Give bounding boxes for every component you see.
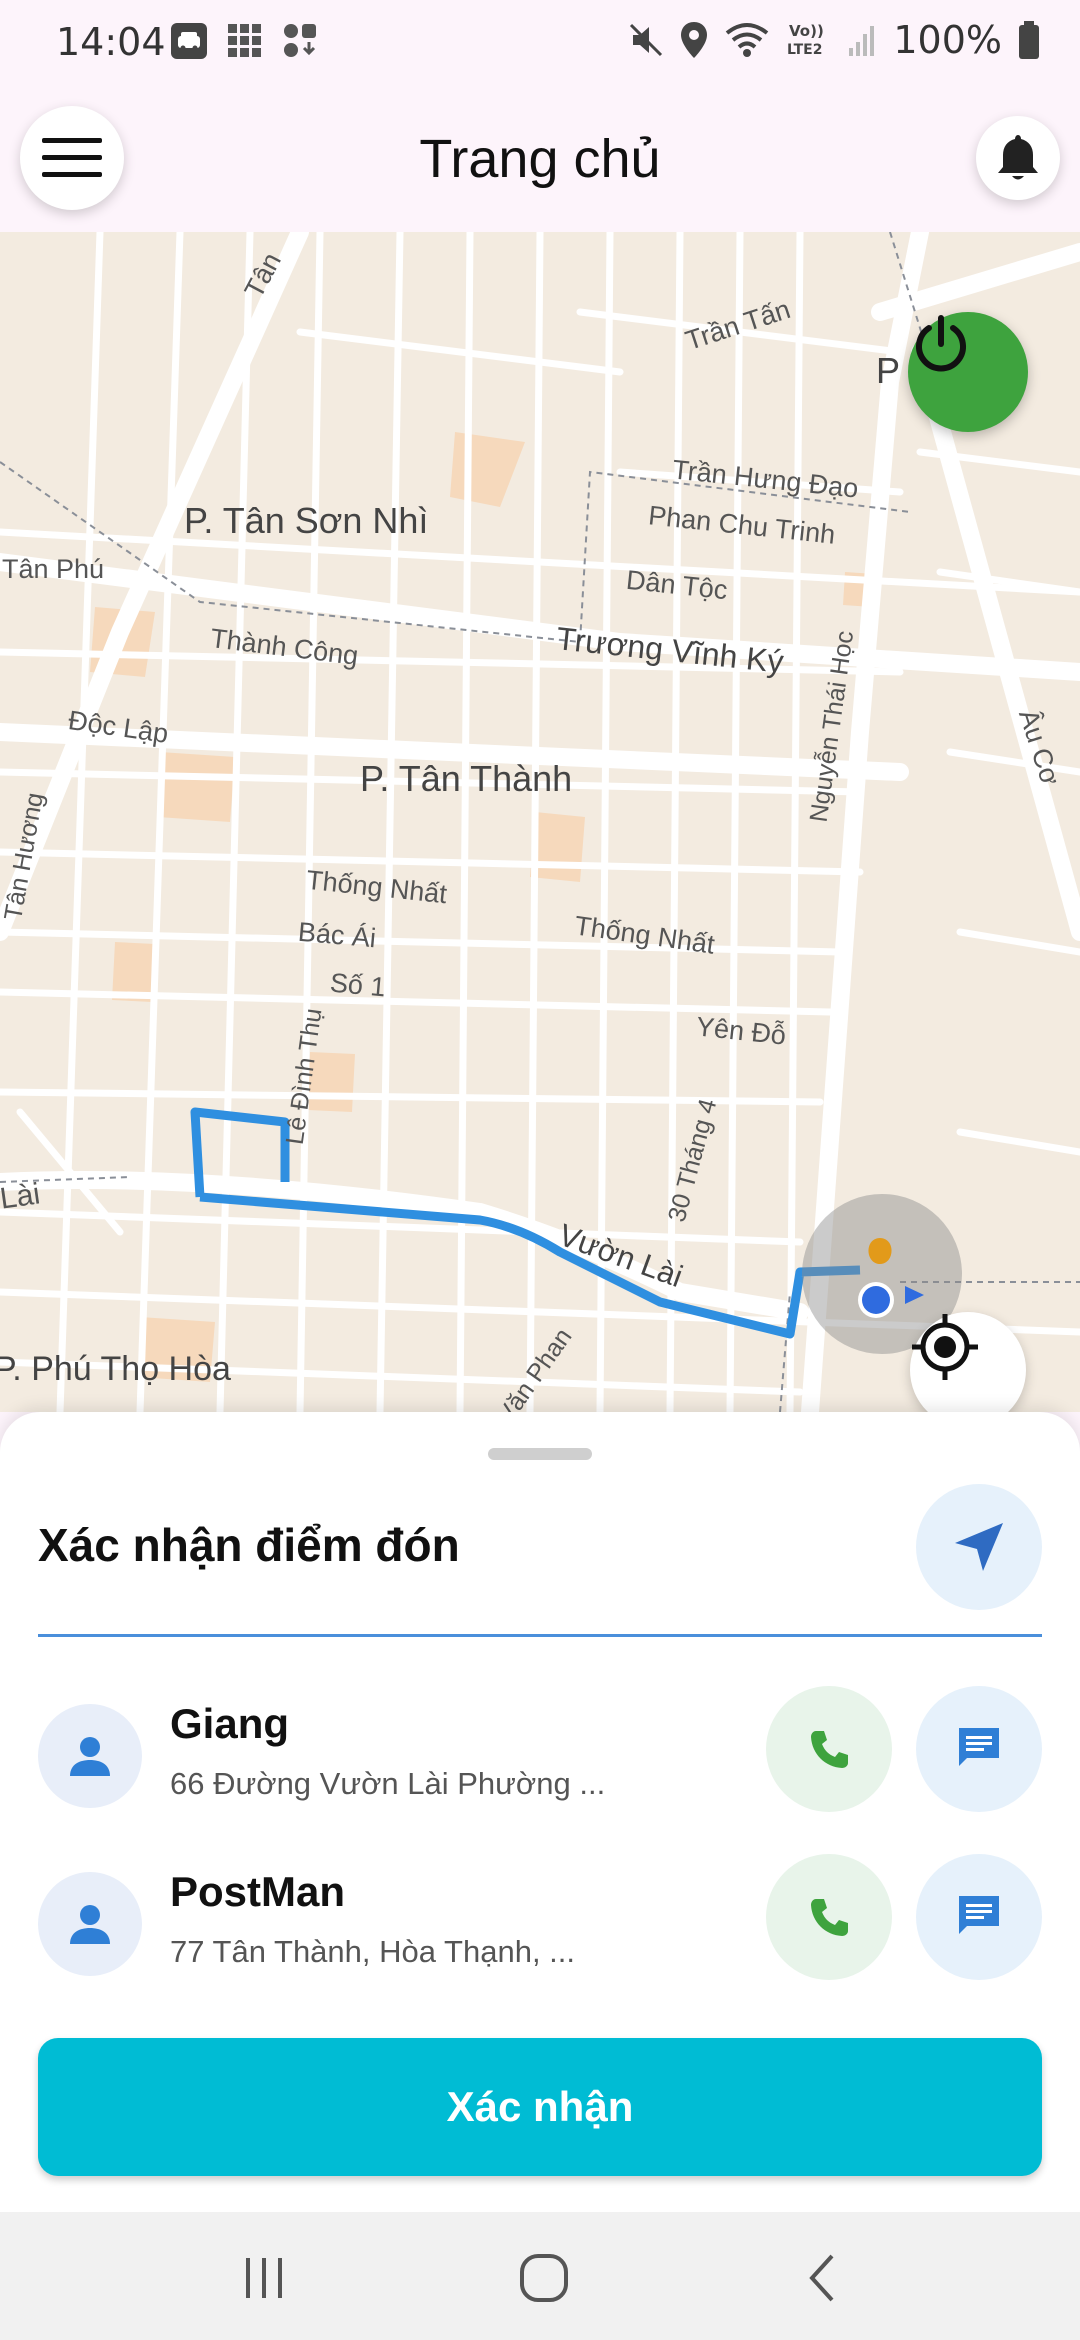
mute-icon [630, 23, 663, 57]
call-button[interactable] [766, 1686, 892, 1812]
signal-icon [849, 26, 875, 56]
volte-icon: Vo)) LTE2 [787, 22, 824, 58]
navigation-arrow-icon [955, 1523, 1003, 1571]
avatar [38, 1704, 142, 1808]
map-label: Tân Phú [2, 554, 105, 584]
sheet-title: Xác nhận điểm đón [38, 1519, 460, 1571]
power-icon [916, 315, 966, 372]
chat-icon [959, 1896, 999, 1934]
destination-pin-icon [868, 1238, 892, 1264]
confirm-button[interactable]: Xác nhận [38, 2038, 1042, 2176]
car-app-icon [171, 23, 207, 59]
map-label: P. Phú Thọ Hòa [0, 1350, 231, 1388]
current-location-dot [862, 1286, 890, 1314]
grid-app-icon [228, 24, 261, 57]
recents-icon [246, 2258, 282, 2298]
battery-percent: 100% [893, 18, 1002, 62]
map-label: P. Tân Sơn Nhì [184, 500, 429, 541]
notification-button[interactable] [976, 116, 1060, 200]
location-icon [681, 22, 708, 58]
person-icon [70, 1905, 110, 1944]
status-bar: 14:04 Vo)) LTE2 100% [0, 0, 1080, 86]
battery-icon [1019, 21, 1039, 59]
page-title: Trang chủ [419, 129, 661, 189]
message-button[interactable] [916, 1686, 1042, 1812]
status-time: 14:04 [56, 20, 166, 64]
status-right-icons: Vo)) LTE2 100% [629, 18, 1040, 62]
crosshair-locate-icon [912, 1314, 978, 1380]
contact-name: PostMan [170, 1868, 346, 1915]
contact-address: 77 Tân Thành, Hòa Thạnh, ... [170, 1934, 576, 1969]
wifi-icon [726, 23, 769, 57]
message-button[interactable] [916, 1854, 1042, 1980]
phone-icon [811, 1731, 848, 1768]
chat-icon [959, 1728, 999, 1766]
back-button[interactable] [792, 2248, 852, 2308]
pickup-confirm-sheet: Xác nhận điểm đón Giang 66 Đường Vườn Là… [0, 1412, 1080, 2212]
contact-row: Giang 66 Đường Vườn Lài Phường ... [0, 1686, 1080, 1824]
app-header: Trang chủ [0, 86, 1080, 232]
svg-text:LTE2: LTE2 [787, 42, 822, 58]
bell-icon [998, 135, 1038, 180]
map-view[interactable]: Tân Trần Tấn P Trần Hưng Đạo P. Tân Sơn … [0, 232, 1080, 1412]
phone-icon [811, 1899, 848, 1936]
contact-row: PostMan 77 Tân Thành, Hòa Thạnh, ... [0, 1854, 1080, 1992]
home-button[interactable] [514, 2248, 574, 2308]
svg-text:Vo)): Vo)) [789, 22, 824, 40]
contact-address: 66 Đường Vườn Lài Phường ... [170, 1766, 606, 1801]
system-nav-bar [0, 2212, 1080, 2340]
navigate-button[interactable] [916, 1484, 1042, 1610]
download-app-icon [284, 24, 316, 57]
home-icon [520, 2254, 568, 2302]
status-left-icons [170, 22, 320, 60]
map-roads [0, 232, 1080, 1412]
map-label: Lài [0, 1177, 43, 1216]
divider [38, 1634, 1042, 1637]
map-label: P [876, 350, 901, 391]
person-icon [70, 1737, 110, 1776]
online-toggle-button[interactable] [908, 312, 1028, 432]
recents-button[interactable] [234, 2248, 294, 2308]
contact-name: Giang [170, 1700, 290, 1747]
back-icon [809, 2254, 834, 2302]
call-button[interactable] [766, 1854, 892, 1980]
avatar [38, 1872, 142, 1976]
map-label: Số 1 [328, 967, 387, 1003]
drag-handle[interactable] [488, 1448, 592, 1460]
map-label: P. Tân Thành [360, 758, 573, 799]
